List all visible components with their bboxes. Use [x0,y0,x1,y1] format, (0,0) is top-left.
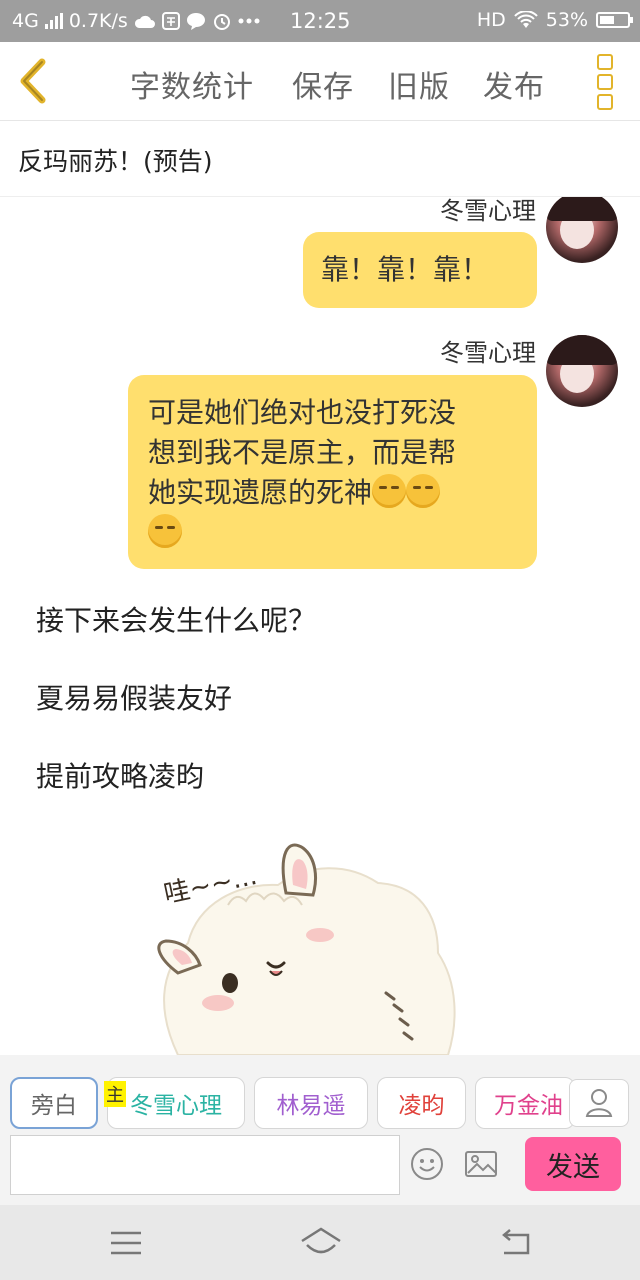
battery-percent: 53% [545,9,588,31]
chat-bubble[interactable]: 靠！靠！靠！ [303,232,537,308]
alpaca-sticker-image[interactable]: 哇~~... [138,823,508,1055]
sender-name: 冬雪心理 [440,339,536,367]
network-label: 4G [12,10,39,32]
cloud-icon [134,15,155,28]
sender-name: 冬雪心理 [440,197,536,225]
wifi-icon [514,11,538,28]
back-arrow-icon[interactable] [14,56,54,106]
signal-icon [44,13,63,29]
role-label: 凌昀 [398,1093,445,1119]
bubble-text: 靠！靠！靠！ [321,253,490,286]
role-bar: 旁白 冬雪心理 主 林易遥 凌昀 万金油 发送 [0,1055,640,1205]
smirk-emoji-icon [372,474,407,508]
main-role-badge: 主 [104,1081,126,1107]
message-input[interactable] [10,1135,400,1195]
home-icon[interactable] [298,1225,344,1261]
role-label: 林易遥 [276,1093,346,1119]
role-chip-dongxue[interactable]: 冬雪心理 [107,1077,245,1129]
emoji-icon[interactable] [410,1147,444,1181]
send-button[interactable]: 发送 [525,1137,621,1191]
avatar[interactable] [546,335,618,407]
image-icon[interactable] [464,1147,498,1181]
network-speed: 0.7K/s [68,10,128,32]
message-icon [186,13,205,30]
avatar[interactable] [546,197,618,263]
status-right: HD 53% [476,9,633,31]
more-dots-icon [238,18,260,24]
status-bar: 4G 0.7K/s 12:25 HD 53% [0,0,640,42]
system-nav-bar [0,1205,640,1280]
role-chip-lingyun[interactable]: 凌昀 [377,1077,466,1129]
status-left: 4G 0.7K/s [12,10,260,32]
send-label: 发送 [546,1151,600,1183]
role-chip-narrator[interactable]: 旁白 [10,1077,98,1129]
menu-icon[interactable] [106,1225,146,1261]
bubble-text-line: 可是她们绝对也没打死没 [148,396,457,429]
bubble-text-line [148,513,517,553]
more-menu-icon[interactable] [594,54,616,110]
editor-toolbar: 字数统计 保存 旧版 发布 [0,42,640,121]
word-count-button[interactable]: 字数统计 [130,62,254,106]
add-role-button[interactable] [569,1079,629,1127]
bubble-text-fragment: 她实现遗愿的死神 [148,476,373,509]
app-notification-icon [161,12,180,30]
user-icon [585,1089,613,1117]
narration-text[interactable]: 接下来会发生什么呢？ [36,599,316,639]
chat-area[interactable]: 冬雪心理 靠！靠！靠！ 冬雪心理 可是她们绝对也没打死没 想到我不是原主，而是帮… [0,197,640,1055]
battery-icon [596,12,633,28]
smirk-emoji-icon [406,474,441,508]
hd-label: HD [476,9,506,31]
role-label: 万金油 [494,1093,563,1119]
narration-text[interactable]: 夏易易假装友好 [36,677,232,717]
save-button[interactable]: 保存 [292,62,354,106]
role-chip-wanjinyou[interactable]: 万金油 [475,1077,575,1129]
role-label: 冬雪心理 [130,1093,222,1119]
back-nav-icon[interactable] [496,1225,536,1261]
smirk-emoji-icon [148,514,182,548]
role-label: 旁白 [31,1093,77,1119]
publish-button[interactable]: 发布 [483,62,545,106]
bubble-text-line: 想到我不是原主，而是帮 [148,436,457,469]
story-title[interactable]: 反玛丽苏！(预告) [18,142,213,178]
chat-bubble[interactable]: 可是她们绝对也没打死没 想到我不是原主，而是帮 她实现遗愿的死神 [128,375,537,569]
role-chip-linyiyao[interactable]: 林易遥 [254,1077,368,1129]
bubble-text-line: 她实现遗愿的死神 [148,473,517,513]
alarm-icon [213,14,230,30]
old-version-button[interactable]: 旧版 [388,62,450,106]
status-time: 12:25 [290,9,351,33]
narration-text[interactable]: 提前攻略凌昀 [36,755,204,795]
battery-level [600,16,614,24]
